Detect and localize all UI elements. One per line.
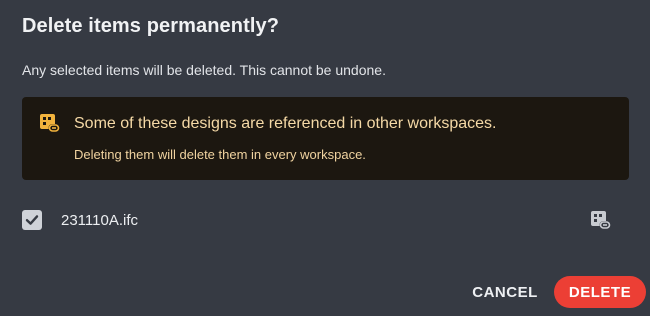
dialog-subtitle: Any selected items will be deleted. This… — [22, 62, 386, 78]
warning-detail: Deleting them will delete them in every … — [74, 147, 366, 162]
warning-banner: Some of these designs are referenced in … — [22, 97, 629, 180]
list-item: 231110A.ifc — [22, 206, 622, 236]
delete-dialog: Delete items permanently? Any selected i… — [0, 0, 650, 316]
warning-heading: Some of these designs are referenced in … — [74, 115, 497, 132]
checkmark-icon — [25, 215, 39, 225]
shared-design-link-icon — [39, 113, 61, 135]
item-checkbox[interactable] — [22, 210, 42, 230]
dialog-title: Delete items permanently? — [22, 15, 280, 37]
shared-design-link-icon — [590, 210, 612, 232]
item-name: 231110A.ifc — [61, 212, 138, 229]
delete-button[interactable]: DELETE — [554, 276, 646, 308]
cancel-button[interactable]: CANCEL — [466, 276, 544, 308]
